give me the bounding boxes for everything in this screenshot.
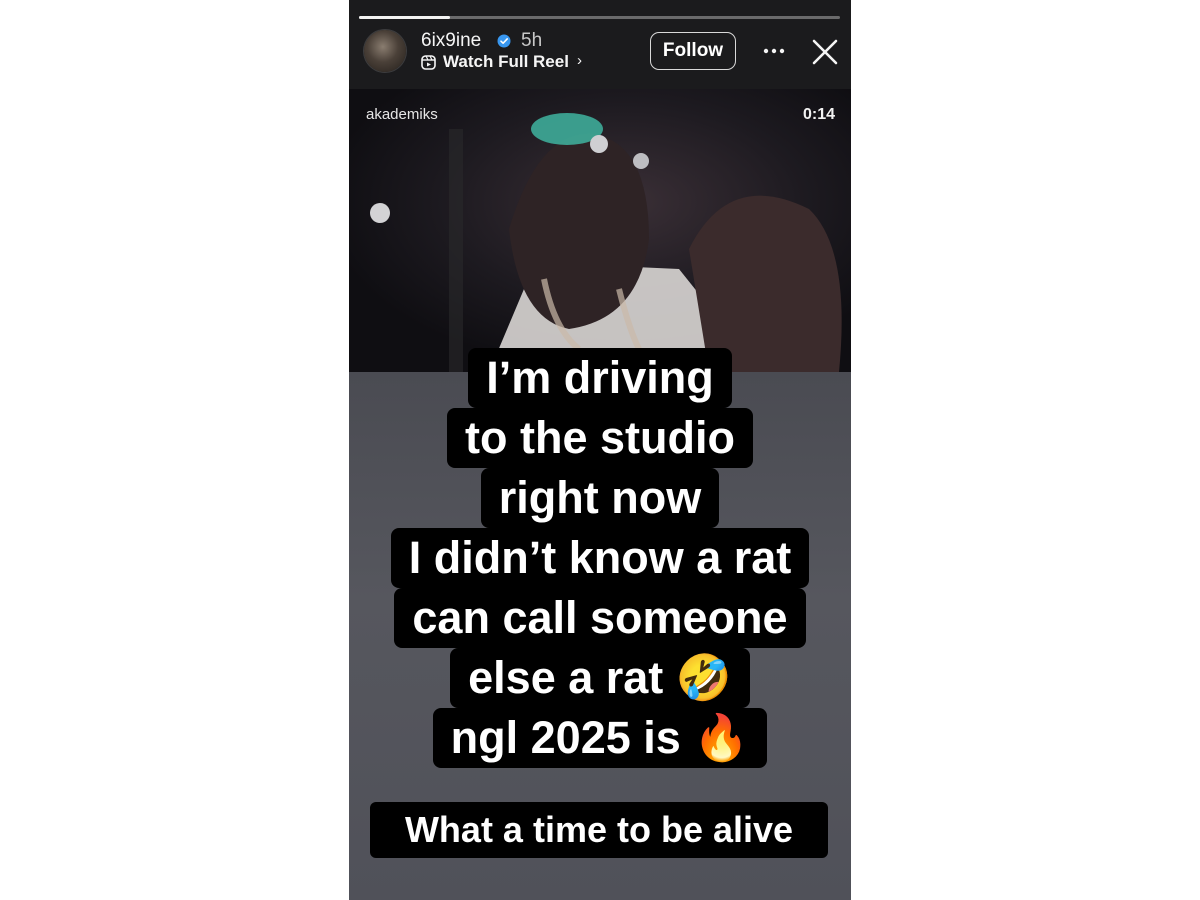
- follow-button[interactable]: Follow: [650, 32, 736, 70]
- story-viewer[interactable]: 6ix9ine 5h Watch Full Reel › Follow akad…: [349, 0, 851, 900]
- verified-badge-icon: [497, 34, 511, 48]
- video-still-image: [349, 89, 851, 372]
- caption-line: ngl 2025 is 🔥: [432, 708, 768, 768]
- page: 6ix9ine 5h Watch Full Reel › Follow akad…: [0, 0, 1200, 900]
- story-progress-fill: [359, 16, 451, 19]
- video-timestamp: 0:14: [802, 106, 835, 123]
- chevron-right-icon[interactable]: ›: [577, 52, 582, 69]
- reels-icon[interactable]: [421, 55, 436, 70]
- ellipsis-icon[interactable]: [763, 41, 785, 61]
- caption-line: else a rat 🤣: [450, 648, 750, 708]
- caption-line: to the studio: [447, 408, 753, 468]
- caption-line: I’m driving: [468, 348, 732, 408]
- avatar[interactable]: [364, 30, 406, 72]
- caption-line: I didn’t know a rat: [390, 528, 810, 588]
- post-time: 5h: [521, 30, 543, 51]
- watch-full-reel-link[interactable]: Watch Full Reel: [443, 52, 569, 72]
- story-progress-bar: [359, 16, 840, 19]
- video-frame[interactable]: [349, 89, 851, 372]
- close-icon[interactable]: [811, 38, 839, 66]
- caption-line: can call someone: [394, 588, 806, 648]
- caption-text: I’m driving to the studio right now I di…: [349, 348, 851, 768]
- caption-footer: What a time to be alive: [370, 802, 828, 858]
- video-source-handle: akademiks: [366, 106, 438, 123]
- username[interactable]: 6ix9ine: [421, 30, 481, 52]
- caption-line: right now: [480, 468, 720, 528]
